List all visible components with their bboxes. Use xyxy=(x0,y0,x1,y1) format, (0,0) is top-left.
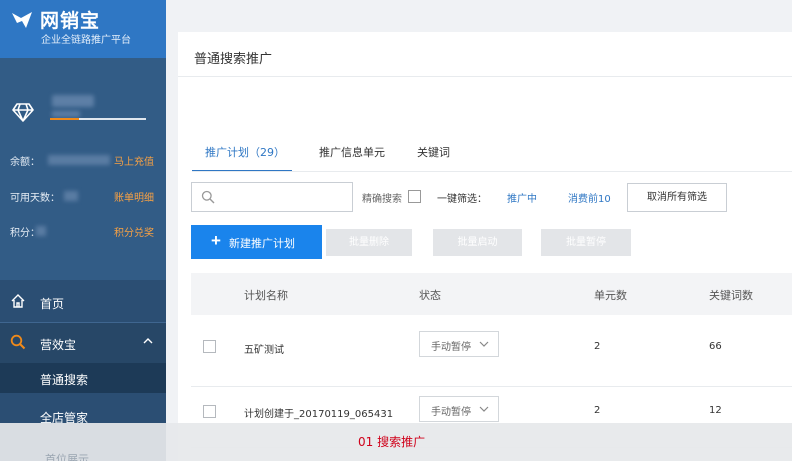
brand-slogan: 企业全链路推广平台 xyxy=(41,35,131,46)
row-checkbox[interactable] xyxy=(203,405,216,418)
column-header-name: 计划名称 xyxy=(244,289,288,302)
tab-units[interactable]: 推广信息单元 xyxy=(319,142,385,172)
logo-icon xyxy=(12,12,32,28)
table-header: 计划名称 状态 单元数 关键词数 xyxy=(191,273,792,315)
points-row: 积分： 积分兑奖 xyxy=(10,224,160,240)
status-value: 手动暂停 xyxy=(431,407,471,418)
new-plan-button[interactable]: + 新建推广计划 xyxy=(191,225,322,259)
new-plan-label: 新建推广计划 xyxy=(229,238,295,250)
search-icon xyxy=(201,190,215,204)
caption-text: 01 搜索推广 xyxy=(358,435,426,449)
sidebar-item-label: 普通搜索 xyxy=(40,373,89,387)
level-progress-fill xyxy=(50,118,79,120)
search-input[interactable] xyxy=(220,187,348,207)
sidebar-nav: 首页 营效宝 普通搜索 全店管家 xyxy=(0,282,166,431)
filter-active-link[interactable]: 推广中 xyxy=(507,190,537,205)
account-name-redacted xyxy=(52,95,94,107)
diamond-icon xyxy=(12,103,34,122)
chevron-down-icon xyxy=(479,406,489,412)
table-row[interactable]: 五矿测试 手动暂停 2 66 xyxy=(191,315,792,387)
plan-name[interactable]: 五矿测试 xyxy=(244,341,284,356)
sidebar-item-label: 首页 xyxy=(40,297,65,311)
brand-header[interactable]: 网销宝 企业全链路推广平台 xyxy=(0,0,166,58)
tab-plans[interactable]: 推广计划（29） xyxy=(192,142,292,172)
chevron-up-icon xyxy=(143,338,153,344)
unit-count: 2 xyxy=(594,341,601,352)
balance-label: 余额： xyxy=(10,157,40,168)
account-panel: 余额： 马上充值 可用天数： 账单明细 积分： 积分兑奖 xyxy=(0,58,166,280)
plus-icon: + xyxy=(211,231,221,250)
plan-name[interactable]: 计划创建于_20170119_065431 xyxy=(244,405,393,420)
status-value: 手动暂停 xyxy=(431,342,471,353)
chevron-down-icon xyxy=(479,341,489,347)
batch-start-button[interactable]: 批量启动 xyxy=(433,229,522,256)
brand-name: 网销宝 xyxy=(40,10,101,32)
level-progress-bar xyxy=(50,118,146,120)
days-label: 可用天数： xyxy=(10,193,60,204)
sidebar-item-home[interactable]: 首页 xyxy=(0,282,166,322)
points-value-redacted xyxy=(36,226,46,236)
days-value-redacted xyxy=(64,191,78,201)
column-header-status: 状态 xyxy=(419,289,441,302)
clear-filters-button[interactable]: 取消所有筛选 xyxy=(627,183,727,212)
sidebar-item-label-faded: 首位展示 xyxy=(45,453,89,461)
keyword-count: 12 xyxy=(709,405,722,416)
balance-value-redacted xyxy=(48,155,110,165)
exact-search-checkbox[interactable] xyxy=(408,190,421,203)
tab-keywords[interactable]: 关键词 xyxy=(417,142,450,172)
account-id-redacted xyxy=(52,111,80,117)
sidebar-item-yingxiaobao[interactable]: 营效宝 xyxy=(0,323,166,363)
points-redeem-link[interactable]: 积分兑奖 xyxy=(114,224,154,239)
row-checkbox[interactable] xyxy=(203,340,216,353)
sidebar-subitem-putong[interactable]: 普通搜索 xyxy=(0,363,166,393)
filter-top10-link[interactable]: 消费前10 xyxy=(568,190,611,205)
status-dropdown[interactable]: 手动暂停 xyxy=(419,396,499,422)
sidebar-item-label: 营效宝 xyxy=(40,338,77,352)
batch-delete-button[interactable]: 批量删除 xyxy=(326,229,412,256)
batch-pause-button[interactable]: 批量暂停 xyxy=(541,229,631,256)
bill-detail-link[interactable]: 账单明细 xyxy=(114,189,154,204)
search-field[interactable] xyxy=(191,182,353,212)
quick-filter-label: 一键筛选： xyxy=(437,194,487,205)
main-panel: 普通搜索推广 推广计划（29） 推广信息单元 关键词 精确搜索 一键筛选： 推广… xyxy=(178,32,792,461)
balance-row: 余额： 马上充值 xyxy=(10,153,160,169)
keyword-count: 66 xyxy=(709,341,722,352)
exact-search-label: 精确搜索 xyxy=(362,194,402,205)
recharge-link[interactable]: 马上充值 xyxy=(114,153,154,168)
days-row: 可用天数： 账单明细 xyxy=(10,189,160,205)
home-icon xyxy=(11,294,25,308)
caption-bar: 首位展示 01 搜索推广 xyxy=(0,423,792,461)
column-header-keywords: 关键词数 xyxy=(709,289,753,302)
search-icon xyxy=(10,334,26,350)
page-title: 普通搜索推广 xyxy=(194,52,273,67)
sidebar: 网销宝 企业全链路推广平台 余额： 马上充值 可用天数： 账单明细 积分： 积分… xyxy=(0,0,166,461)
unit-count: 2 xyxy=(594,405,601,416)
column-header-units: 单元数 xyxy=(594,289,627,302)
status-dropdown[interactable]: 手动暂停 xyxy=(419,331,499,357)
tab-bar: 推广计划（29） 推广信息单元 关键词 xyxy=(192,142,792,174)
